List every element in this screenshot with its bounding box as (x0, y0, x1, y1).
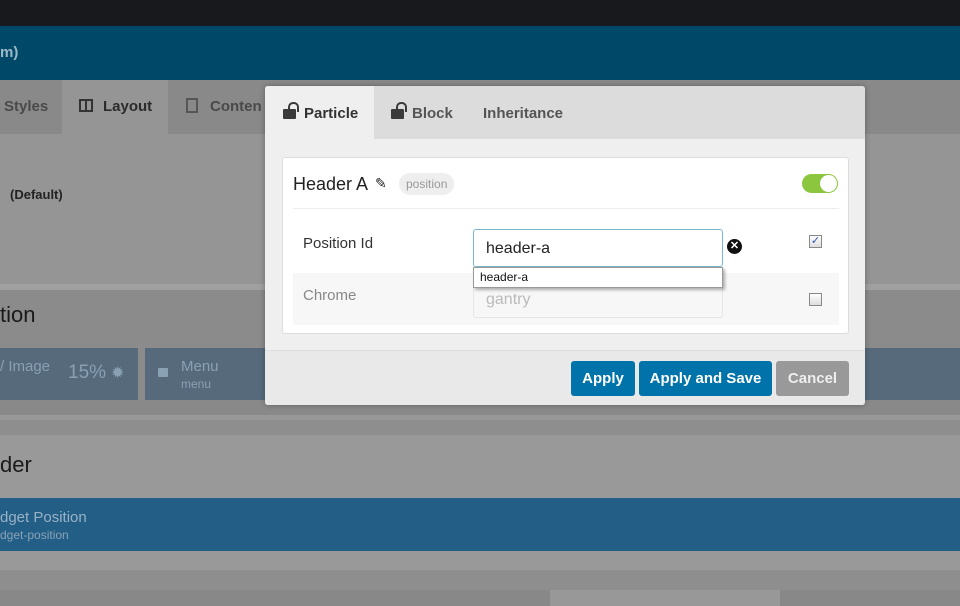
override-checkbox[interactable] (809, 293, 822, 306)
block-subtitle: menu (181, 377, 212, 391)
enabled-toggle[interactable] (802, 174, 838, 193)
field-row-position-id: Position Id header-a ✕ ✓ (293, 221, 839, 273)
divider (0, 570, 960, 590)
top-admin-bar (0, 0, 960, 26)
block-subtitle: dget-position (0, 528, 69, 542)
block-title: dget Position (0, 509, 87, 526)
tab-block[interactable]: Block (391, 86, 453, 139)
modal-tabs: Particle Block Inheritance (265, 86, 865, 139)
layout-columns-icon (79, 99, 93, 112)
section: der (0, 435, 960, 498)
field-label: Position Id (303, 235, 374, 252)
apply-and-save-button[interactable]: Apply and Save (639, 361, 772, 396)
tab-label: Inheritance (483, 105, 564, 122)
tab-styles[interactable]: Styles (4, 80, 48, 134)
section-title: der (0, 452, 32, 477)
widget-position-block[interactable]: dget Position dget-position (0, 498, 960, 551)
apply-button[interactable]: Apply (571, 361, 635, 396)
particle-block-image[interactable]: / Image 15% ✹ (0, 348, 138, 400)
section-title: tion (0, 302, 36, 327)
tab-inheritance[interactable]: Inheritance (483, 86, 563, 139)
unlock-icon (283, 102, 299, 119)
modal-footer: Apply Apply and Save Cancel (265, 350, 865, 405)
block-size: 15% (68, 362, 107, 383)
block-title: / Image (0, 358, 51, 375)
cancel-button[interactable]: Cancel (776, 361, 849, 396)
divider (0, 551, 960, 570)
override-checkbox[interactable]: ✓ (809, 235, 822, 248)
tab-particle[interactable]: Particle (265, 86, 374, 139)
unlock-icon (391, 102, 407, 119)
pencil-icon[interactable]: ✎ (375, 175, 387, 192)
tab-label: Particle (304, 105, 359, 122)
position-id-input[interactable]: header-a (473, 229, 723, 267)
footer-tab (550, 590, 780, 606)
clear-icon[interactable]: ✕ (727, 239, 742, 254)
outline-label: (Default) (10, 187, 63, 202)
gear-icon[interactable]: ✹ (111, 363, 124, 383)
lock-icon (158, 368, 168, 377)
field-label: Chrome (303, 287, 357, 304)
block-title: Menu (181, 358, 219, 375)
particle-block-menu[interactable]: Menu menu (145, 348, 265, 400)
header-bar: m) (0, 26, 960, 80)
tab-label: Layout (103, 98, 153, 115)
document-icon (186, 98, 198, 113)
divider (0, 590, 960, 606)
particle-card: Header A ✎ position Position Id header-a… (282, 157, 849, 334)
tab-label: Styles (4, 98, 49, 115)
header-title: m) (0, 44, 19, 61)
type-badge: position (399, 173, 455, 195)
tab-label: Conten (210, 98, 262, 115)
divider (0, 420, 960, 435)
tab-label: Block (412, 105, 453, 122)
tab-layout[interactable]: Layout (62, 80, 168, 134)
autocomplete-suggestion[interactable]: header-a (473, 267, 723, 288)
particle-title: Header A (293, 174, 369, 194)
divider (293, 208, 839, 209)
particle-settings-modal: Particle Block Inheritance Header A ✎ po… (265, 86, 865, 405)
tab-content[interactable]: Conten (186, 80, 262, 134)
